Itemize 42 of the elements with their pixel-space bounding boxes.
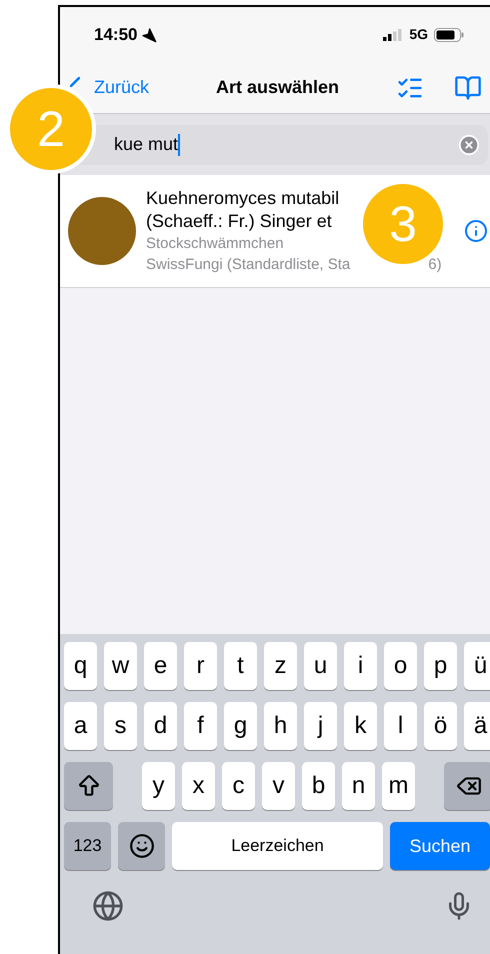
search-key[interactable]: Suchen [390, 822, 490, 870]
letter-key[interactable]: e [144, 642, 177, 690]
letter-key[interactable]: v [262, 762, 295, 810]
clock-time: 14:50 [94, 24, 138, 46]
letter-key[interactable]: m [382, 762, 415, 810]
source-text: SwissFungi (Standardliste, Sta [146, 255, 350, 275]
letter-key[interactable]: j [304, 702, 337, 750]
letter-key[interactable]: h [264, 702, 297, 750]
letter-key[interactable]: x [182, 762, 215, 810]
species-name: (Schaeff.: Fr.) Singer et [146, 210, 332, 233]
letter-key[interactable]: i [344, 642, 377, 690]
letter-key[interactable]: p [424, 642, 457, 690]
common-name: Stockschwämmchen [146, 234, 284, 254]
letter-key[interactable]: o [384, 642, 417, 690]
letter-key[interactable]: ä [464, 702, 490, 750]
letter-key[interactable]: u [304, 642, 337, 690]
letter-key[interactable]: q [64, 642, 97, 690]
letter-key[interactable]: k [344, 702, 377, 750]
screen-title: Art auswählen [216, 76, 340, 99]
letter-key[interactable]: z [264, 642, 297, 690]
back-button[interactable]: Zurück [94, 74, 150, 101]
letter-key[interactable]: w [104, 642, 137, 690]
network-label: 5G [409, 25, 428, 44]
letter-key[interactable]: t [224, 642, 257, 690]
letter-key[interactable]: d [144, 702, 177, 750]
letter-key[interactable]: ö [424, 702, 457, 750]
source-text: 6) [428, 255, 442, 275]
letter-key[interactable]: r [184, 642, 217, 690]
letter-key[interactable]: a [64, 702, 97, 750]
letter-key[interactable]: c [222, 762, 255, 810]
search-text: kue mut [114, 133, 178, 156]
numbers-key[interactable]: 123 [64, 822, 111, 870]
letter-key[interactable]: b [302, 762, 335, 810]
species-name: Kuehneromyces mutabil [146, 187, 340, 210]
letter-key[interactable]: g [224, 702, 257, 750]
letter-key[interactable]: l [384, 702, 417, 750]
space-key[interactable]: Leerzeichen [172, 822, 383, 870]
letter-key[interactable]: f [184, 702, 217, 750]
letter-key[interactable]: ü [464, 642, 490, 690]
letter-key[interactable]: y [142, 762, 175, 810]
letter-key[interactable]: n [342, 762, 375, 810]
letter-key[interactable]: s [104, 702, 137, 750]
